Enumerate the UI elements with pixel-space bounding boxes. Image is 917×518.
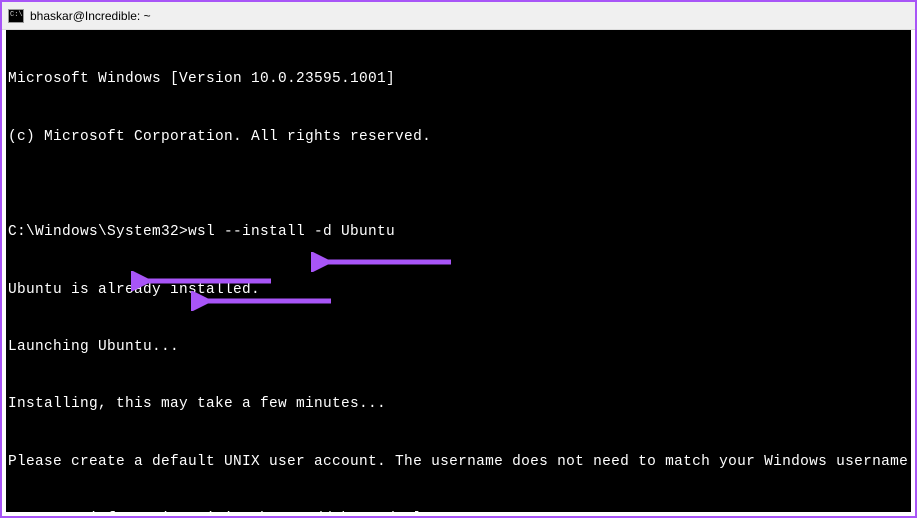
terminal-line: Microsoft Windows [Version 10.0.23595.10… [8, 70, 909, 89]
titlebar[interactable]: bhaskar@Incredible: ~ [2, 2, 915, 30]
terminal-line: Installing, this may take a few minutes.… [8, 395, 909, 414]
terminal-window: bhaskar@Incredible: ~ Microsoft Windows … [2, 2, 915, 516]
cmd-icon [8, 9, 24, 23]
window-title: bhaskar@Incredible: ~ [30, 9, 151, 23]
annotation-arrow-icon [191, 253, 341, 350]
terminal-line: Please create a default UNIX user accoun… [8, 453, 909, 472]
terminal-line: For more information visit: https://aka.… [8, 510, 909, 516]
terminal-line: C:\Windows\System32>wsl --install -d Ubu… [8, 223, 909, 242]
terminal-body[interactable]: Microsoft Windows [Version 10.0.23595.10… [2, 30, 915, 516]
terminal-line: (c) Microsoft Corporation. All rights re… [8, 128, 909, 147]
terminal-line: Launching Ubuntu... [8, 338, 909, 357]
terminal-line: Ubuntu is already installed. [8, 281, 909, 300]
